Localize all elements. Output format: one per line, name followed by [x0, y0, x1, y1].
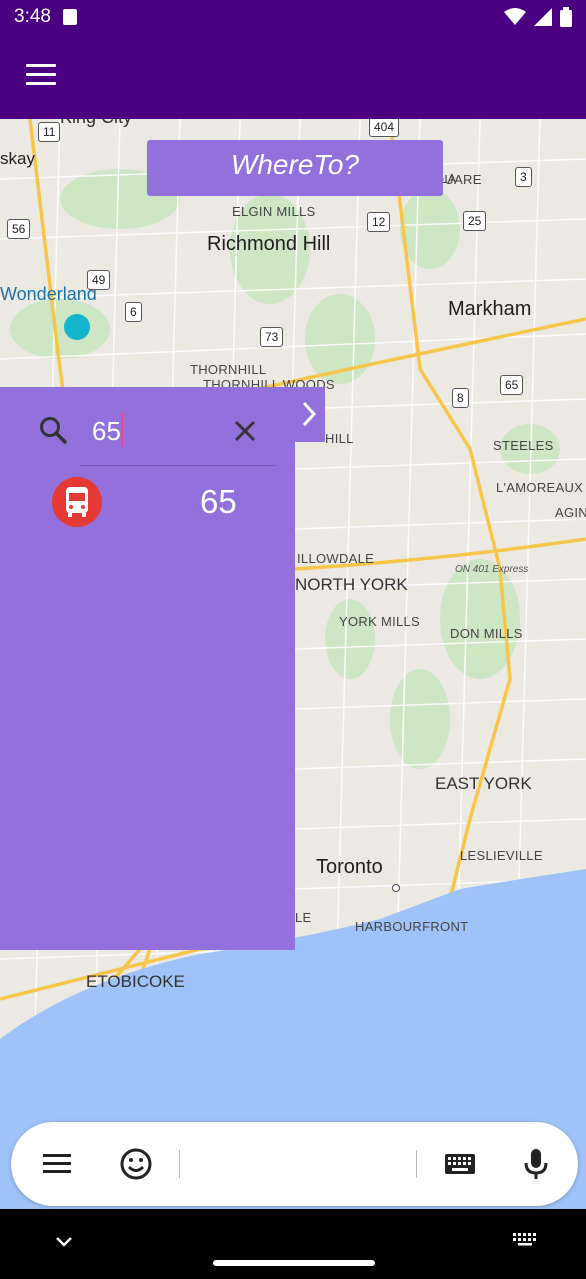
toolbar-separator	[179, 1150, 180, 1178]
status-bar: 3:48	[0, 0, 586, 34]
hamburger-menu-icon[interactable]	[26, 64, 56, 88]
search-divider	[80, 465, 276, 466]
park-pin-icon[interactable]	[64, 314, 90, 340]
map-label-agin: AGIN	[555, 505, 586, 520]
microphone-icon[interactable]	[518, 1146, 554, 1182]
highway-shield: 8	[452, 388, 469, 408]
highway-shield: 404	[369, 119, 400, 137]
map-label-skay: skay	[0, 149, 35, 168]
map-label-willowdale: ILLOWDALE	[297, 551, 375, 566]
text-cursor	[121, 413, 123, 447]
emoji-icon[interactable]	[118, 1146, 154, 1182]
toronto-marker	[392, 884, 400, 892]
search-icon[interactable]	[38, 415, 68, 445]
list-item[interactable]: 65	[0, 473, 295, 531]
keyboard-icon[interactable]	[442, 1146, 478, 1182]
highway-shield: 65	[500, 375, 524, 395]
map-label-elgin-mills: ELGIN MILLS	[232, 204, 316, 219]
map-label-harbourfront: HARBOURFRONT	[355, 919, 469, 934]
highway-shield: 73	[260, 327, 284, 347]
map-label-don-mills: DON MILLS	[450, 626, 523, 641]
highway-shield: 49	[87, 270, 111, 290]
highway-shield: 11	[38, 122, 61, 142]
signal-icon	[534, 8, 552, 26]
keyboard-toolbar	[11, 1122, 578, 1206]
search-bar	[0, 387, 295, 467]
status-icons	[504, 7, 572, 27]
search-panel: 65	[0, 387, 295, 950]
map-label-lamoreaux: L'AMOREAUX	[496, 480, 584, 495]
chevron-right-icon	[302, 401, 317, 427]
map-label-york-mills: YORK MILLS	[339, 614, 421, 629]
map-label-hill: HILL	[325, 431, 354, 446]
whereto-button[interactable]: WhereTo?	[147, 140, 443, 196]
bus-icon	[52, 477, 102, 527]
highway-shield: 3	[515, 167, 532, 187]
highway-shield: 25	[463, 211, 487, 231]
sd-card-icon	[63, 9, 77, 25]
keyboard-switch-icon[interactable]	[512, 1231, 538, 1253]
map-label-leslieville: LESLIEVILLE	[460, 848, 543, 863]
map-label-east-york: EAST YORK	[435, 774, 532, 793]
close-icon[interactable]	[232, 418, 258, 444]
map-label-king-city: King City	[60, 119, 132, 128]
route-label: 65	[200, 483, 237, 520]
battery-icon	[560, 7, 572, 27]
map-label-on401: ON 401 Express	[455, 564, 529, 575]
map-label-thornhill: THORNHILL	[190, 362, 267, 377]
menu-icon[interactable]	[39, 1146, 75, 1182]
highway-shield: 6	[125, 302, 142, 322]
toolbar-separator	[416, 1150, 417, 1178]
highway-shield: 12	[367, 212, 391, 232]
home-handle[interactable]	[213, 1260, 375, 1266]
map-label-le: LE	[295, 910, 312, 925]
wifi-icon	[504, 8, 526, 25]
map-label-richmond-hill: Richmond Hill	[207, 233, 331, 255]
map-label-steeles: STEELES	[493, 438, 554, 453]
app-bar	[0, 34, 586, 119]
map-label-markham: Markham	[448, 298, 532, 320]
search-input[interactable]	[92, 415, 222, 447]
map-label-wonderland: Wonderland	[0, 284, 97, 304]
system-nav-bar	[0, 1209, 586, 1279]
map-label-north-york: NORTH YORK	[295, 575, 408, 594]
chevron-down-icon[interactable]	[52, 1229, 76, 1253]
status-time: 3:48	[14, 6, 51, 27]
map-label-etobicoke: ETOBICOKE	[86, 972, 185, 991]
panel-collapse-toggle[interactable]	[295, 387, 325, 442]
map-label-toronto: Toronto	[316, 856, 383, 878]
highway-shield: 56	[7, 219, 31, 239]
